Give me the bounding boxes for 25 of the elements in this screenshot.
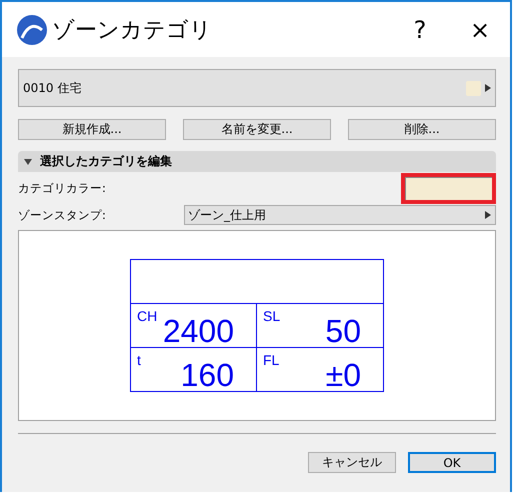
section-header[interactable]: 選択したカテゴリを編集 bbox=[18, 151, 496, 172]
arrow-icon bbox=[485, 211, 491, 219]
dialog-button[interactable]: キャンセル bbox=[308, 452, 396, 473]
action-button[interactable]: 削除... bbox=[348, 119, 496, 140]
stamp-value: 50 bbox=[325, 315, 361, 347]
action-button[interactable]: 名前を変更... bbox=[183, 119, 331, 140]
stamp-value: 2400 bbox=[162, 315, 234, 347]
stamp-label: t bbox=[137, 352, 141, 368]
stamp-dropdown[interactable]: ゾーン_仕上用 bbox=[184, 205, 496, 225]
help-button[interactable]: ? bbox=[390, 16, 450, 44]
stamp-label: CH bbox=[137, 308, 158, 324]
window-title: ゾーンカテゴリ bbox=[52, 16, 213, 44]
stamp-value: ±0 bbox=[326, 359, 361, 391]
stamp-label: SL bbox=[263, 308, 280, 324]
category-selector[interactable]: 0010 住宅 bbox=[18, 69, 496, 107]
stamp-value: 160 bbox=[180, 359, 234, 391]
field-label: ゾーンスタンプ: bbox=[18, 208, 106, 222]
action-button[interactable]: 新規作成... bbox=[18, 119, 166, 140]
section-title: 選択したカテゴリを編集 bbox=[40, 153, 172, 170]
dialog-button[interactable]: OK bbox=[408, 452, 496, 473]
stamp-label: FL bbox=[263, 352, 280, 368]
close-button[interactable]: × bbox=[450, 16, 510, 44]
field-label: カテゴリカラー: bbox=[18, 181, 106, 196]
arrow-icon bbox=[485, 84, 491, 92]
app-logo-icon bbox=[16, 14, 48, 46]
